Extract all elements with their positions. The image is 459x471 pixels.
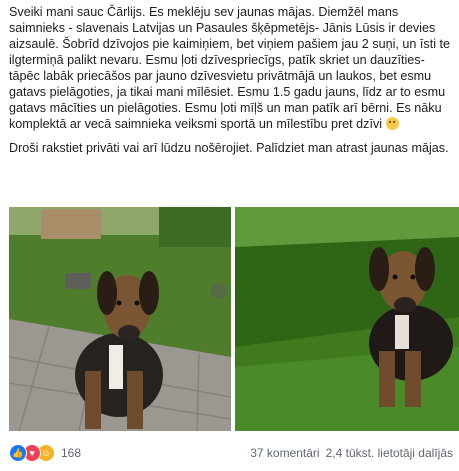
post-text: Sveiki mani sauc Čārlijs. Es meklēju sev…	[9, 4, 453, 156]
smiley-emoji-icon	[385, 117, 399, 130]
reactions-count: 168	[61, 446, 82, 460]
like-reaction-icon: 👍	[9, 444, 27, 462]
dog-photo-right[interactable]	[235, 207, 459, 431]
post-stats: 37 komentāri 2,4 tūkst. lietotāji dalījā…	[250, 446, 453, 460]
shares-count-link[interactable]: 2,4 tūkst. lietotāji dalījās	[326, 446, 453, 460]
photo-grid	[9, 207, 459, 431]
comments-count-link[interactable]: 37 komentāri	[250, 446, 319, 460]
dog-photo-left[interactable]	[9, 207, 231, 431]
facebook-post: Sveiki mani sauc Čārlijs. Es meklēju sev…	[0, 0, 459, 471]
post-footer: 👍 ♥ ☺ 168 37 komentāri 2,4 tūkst. lietot…	[9, 438, 453, 466]
post-paragraph-1: Sveiki mani sauc Čārlijs. Es meklēju sev…	[9, 5, 450, 131]
reactions-summary[interactable]: 👍 ♥ ☺ 168	[9, 444, 81, 462]
post-paragraph-2: Droši rakstiet privāti vai arī lūdzu noš…	[9, 141, 449, 155]
